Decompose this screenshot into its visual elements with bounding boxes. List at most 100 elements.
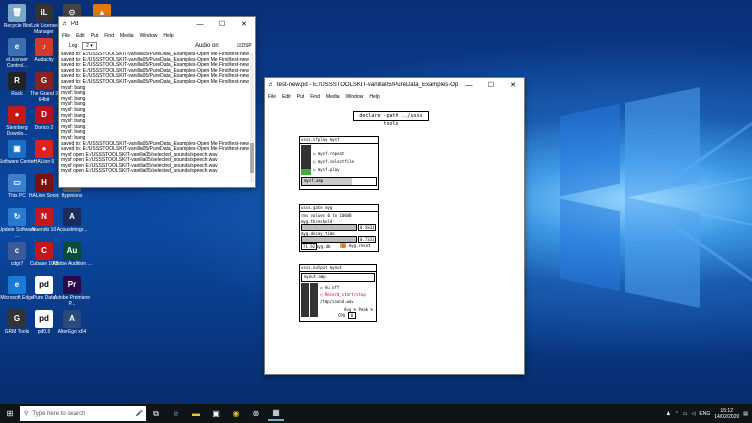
decay-slider[interactable] xyxy=(301,236,357,243)
clock-date: 14/02/2020 xyxy=(714,413,740,420)
patch-window-title: test-new.pd - E:/USSSTOOLSKIT-vanilla05/… xyxy=(277,82,458,88)
minimize-icon[interactable]: — xyxy=(189,21,211,28)
sfplay-object[interactable]: usss.sfplay mysf ☒ mysf.repeat ◯ mysf.se… xyxy=(299,136,379,190)
file-label: /tmp/sound.wav xyxy=(320,299,354,304)
notification-icon[interactable]: ▤ xyxy=(743,411,748,417)
menu-item-file[interactable]: File xyxy=(62,33,70,39)
people-icon[interactable]: ♟ xyxy=(666,411,670,417)
task-view-icon[interactable]: ⧉ xyxy=(148,408,164,420)
network-icon[interactable]: ▭ xyxy=(683,411,688,417)
log-level-value: 2 xyxy=(86,43,89,49)
file-explorer-icon[interactable]: ▬ xyxy=(188,408,204,420)
app-icon[interactable]: ⊛ xyxy=(248,408,264,420)
output-object[interactable]: usss.output myout myout.amp ☒ éu off ◯ R… xyxy=(299,264,377,322)
edge-icon[interactable]: e xyxy=(168,408,184,420)
reset-bang[interactable]: ◯ myg.reset xyxy=(340,243,371,248)
audio-status: Audio on xyxy=(195,43,219,49)
pd-app-icon: ♬ xyxy=(62,21,68,27)
menu-item-find[interactable]: Find xyxy=(310,94,320,100)
app-shortcut-icon: D xyxy=(35,106,53,124)
output-title: usss.output myout xyxy=(300,265,376,272)
desktop-icon[interactable]: A Acoustmogr... xyxy=(52,208,92,233)
desktop-icon-label: Adobe Audition ... xyxy=(52,261,92,267)
app-shortcut-icon: Au xyxy=(63,242,81,260)
decay-value: 0.7331 xyxy=(358,236,377,243)
desktop-icon-label: AlterEgo x64 xyxy=(57,329,87,335)
repeat-toggle[interactable]: ☒ mysf.repeat xyxy=(313,151,344,156)
close-icon[interactable]: ✕ xyxy=(502,81,524,89)
clock[interactable]: 15:12 14/02/2020 xyxy=(714,408,739,420)
desktop-icon-label: Adobe Premiere P... xyxy=(53,295,91,307)
declare-object[interactable]: declare -path ../usss tools xyxy=(353,111,429,127)
menu-item-put[interactable]: Put xyxy=(91,33,99,39)
output-amp-slider[interactable]: myout.amp xyxy=(301,273,375,282)
pd-console: saved to: E:/USSSTOOLSKIT-vanilla05/Pure… xyxy=(61,52,249,185)
microphone-icon[interactable]: 🎤 xyxy=(136,410,143,417)
pd-taskbar-icon[interactable]: ▦ xyxy=(268,407,284,421)
search-placeholder: Type here to search xyxy=(32,410,86,417)
menu-item-media[interactable]: Media xyxy=(326,94,340,100)
log-level-select[interactable]: 2 ▾ xyxy=(82,42,97,50)
menu-item-help[interactable]: Help xyxy=(369,94,379,100)
play-toggle[interactable]: ☒ mysf.play xyxy=(313,167,340,172)
reset-label: myg.reset xyxy=(348,243,371,248)
record-bang[interactable]: ◯ Record_start/stop xyxy=(320,292,366,297)
pd-toolbar: Log: 2 ▾ Audio on ☑DSP xyxy=(69,42,252,51)
menu-item-edit[interactable]: Edit xyxy=(282,94,291,100)
taskbar: ⊞ ⚲ Type here to search 🎤 ⧉ e ▬ ▣ ◉ ⊛ ▦ … xyxy=(0,404,752,423)
db-label: myg.db xyxy=(316,244,331,249)
console-scrollbar[interactable] xyxy=(250,53,254,183)
gate-title: usss.gate myg xyxy=(300,205,378,212)
gate-object[interactable]: usss.gate myg rms values 0 to 100dB myg.… xyxy=(299,204,379,252)
menu-item-find[interactable]: Find xyxy=(104,33,114,39)
pd-main-window[interactable]: ♬ Pd — ☐ ✕ File Edit Put Find Media Window Hel… xyxy=(58,16,256,188)
app-shortcut-icon: C xyxy=(35,242,53,260)
dsp-toggle[interactable]: ☑DSP xyxy=(237,43,252,49)
menu-item-edit[interactable]: Edit xyxy=(76,33,85,39)
search-box[interactable]: ⚲ Type here to search 🎤 xyxy=(20,406,146,421)
repeat-label: mysf.repeat xyxy=(317,151,345,156)
app-shortcut-icon: ♪ xyxy=(35,38,53,56)
sfplay-level-meter xyxy=(301,145,311,175)
desktop-icon[interactable]: Pr Adobe Premiere P... xyxy=(52,276,92,307)
output-meter-right xyxy=(310,283,318,317)
menu-item-window[interactable]: Window xyxy=(140,33,158,39)
selectfile-bang[interactable]: ◯ mysf.selectfile xyxy=(313,159,354,164)
patch-titlebar[interactable]: ♬ test-new.pd - E:/USSSTOOLSKIT-vanilla0… xyxy=(265,78,524,92)
app-shortcut-icon: iL xyxy=(35,4,53,22)
maximize-icon[interactable]: ☐ xyxy=(211,20,233,28)
menu-item-media[interactable]: Media xyxy=(120,33,134,39)
chrome-icon[interactable]: ◉ xyxy=(228,408,244,420)
menu-item-window[interactable]: Window xyxy=(346,94,364,100)
desktop-icon[interactable]: A AlterEgo x64 xyxy=(52,310,92,335)
mute-toggle[interactable]: ☒ éu off xyxy=(320,285,339,290)
maximize-icon[interactable]: ☐ xyxy=(480,81,502,89)
menu-item-help[interactable]: Help xyxy=(163,33,173,39)
amp-label: mysf.amp xyxy=(304,178,324,183)
tray-arrow-icon[interactable]: ⌃ xyxy=(675,411,679,417)
cpu-value: 0 xyxy=(347,312,357,319)
menu-item-file[interactable]: File xyxy=(268,94,276,100)
threshold-slider[interactable] xyxy=(301,224,357,231)
db-value: 71.92 xyxy=(303,244,316,249)
start-icon[interactable]: ⊞ xyxy=(2,408,18,420)
patch-window[interactable]: ♬ test-new.pd - E:/USSSTOOLSKIT-vanilla0… xyxy=(264,77,525,375)
desktop-icon[interactable]: Au Adobe Audition ... xyxy=(52,242,92,267)
app-shortcut-icon: A xyxy=(63,310,81,328)
mute-label: éu off xyxy=(324,285,340,290)
menu-item-put[interactable]: Put xyxy=(297,94,305,100)
amp-slider[interactable]: mysf.amp xyxy=(301,177,377,186)
volume-icon[interactable]: ◁ xyxy=(692,411,696,417)
language-indicator[interactable]: ENG xyxy=(699,411,710,417)
console-line: mysf open E:/USSSTOOLSKIT-vanilla05/sele… xyxy=(61,168,218,175)
close-icon[interactable]: ✕ xyxy=(233,20,255,28)
store-icon[interactable]: ▣ xyxy=(208,408,224,420)
db-number-box[interactable]: 71.92 xyxy=(301,243,318,250)
pd-titlebar[interactable]: ♬ Pd — ☐ ✕ xyxy=(59,17,255,31)
pd-menubar: File Edit Put Find Media Window Help xyxy=(59,31,255,40)
app-shortcut-icon: G xyxy=(35,72,53,90)
minimize-icon[interactable]: — xyxy=(458,82,480,89)
cpu-text: CPU xyxy=(338,313,346,318)
record-label: Record_start/stop xyxy=(324,292,366,297)
log-label: Log: xyxy=(69,43,79,49)
